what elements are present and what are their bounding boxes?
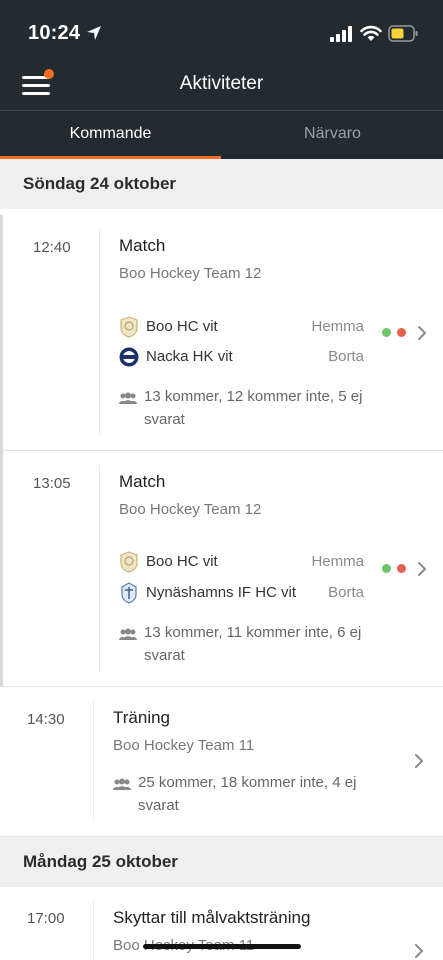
nynashamns-if-logo-icon xyxy=(121,582,137,604)
event-time: 17:00 xyxy=(27,910,65,927)
away-label: Borta xyxy=(328,584,364,601)
chevron-right-icon xyxy=(418,326,426,340)
app-header: 10:24 Aktiviteter Kommande Närvaro xyxy=(0,0,443,159)
home-team-name: Boo HC vit xyxy=(146,318,218,335)
tab-kommande[interactable]: Kommande xyxy=(0,111,221,159)
divider xyxy=(99,229,100,436)
event-item[interactable]: 17:00 Skyttar till målvaktsträning Boo H… xyxy=(0,887,443,960)
status-bar: 10:24 xyxy=(0,0,443,60)
away-team-name: Nacka HK vit xyxy=(146,348,233,365)
divider xyxy=(93,701,94,822)
event-team: Boo Hockey Team 12 xyxy=(119,265,262,282)
cellular-signal-icon xyxy=(330,26,352,42)
attendance-text: 25 kommer, 18 kommer inte, 4 ej svarat xyxy=(138,774,357,814)
divider xyxy=(99,465,100,672)
away-team-row: Nacka HK vit Borta xyxy=(119,346,364,368)
event-time: 13:05 xyxy=(33,475,71,492)
people-icon xyxy=(119,392,137,404)
event-title: Skyttar till målvaktsträning xyxy=(113,908,311,927)
event-time: 12:40 xyxy=(33,239,71,256)
event-team: Boo Hockey Team 12 xyxy=(119,501,262,518)
home-team-row: Boo HC vit Hemma xyxy=(119,316,364,338)
event-title: Match xyxy=(119,472,166,491)
away-team-name: Nynäshamns IF HC vit xyxy=(146,584,297,601)
home-label: Hemma xyxy=(311,318,364,335)
divider xyxy=(93,901,94,960)
chevron-right-icon xyxy=(418,562,426,576)
status-time: 10:24 xyxy=(28,22,81,44)
attendance-text: 13 kommer, 11 kommer inte, 6 ej svarat xyxy=(144,624,362,664)
chevron-right-icon xyxy=(415,944,423,958)
day-header: Måndag 25 oktober xyxy=(0,837,443,887)
boo-hc-logo-icon xyxy=(120,551,138,573)
response-dots xyxy=(382,564,410,574)
home-team-row: Boo HC vit Hemma xyxy=(119,551,364,573)
people-icon xyxy=(119,628,137,640)
tab-bar: Kommande Närvaro xyxy=(0,111,443,159)
event-item[interactable]: 12:40 Match Boo Hockey Team 12 Boo HC vi… xyxy=(0,215,443,451)
location-arrow-icon xyxy=(87,26,101,40)
away-label: Borta xyxy=(328,348,364,365)
event-title: Match xyxy=(119,236,166,255)
day-header: Söndag 24 oktober xyxy=(0,159,443,209)
people-icon xyxy=(113,778,131,790)
event-item[interactable]: 14:30 Träning Boo Hockey Team 11 25 komm… xyxy=(0,687,443,837)
event-item[interactable]: 13:05 Match Boo Hockey Team 12 Boo HC vi… xyxy=(0,451,443,687)
wifi-icon xyxy=(360,25,382,41)
event-title: Träning xyxy=(113,708,171,727)
dot-green xyxy=(382,564,391,573)
attendance-text: 13 kommer, 12 kommer inte, 5 ej svarat xyxy=(144,388,363,428)
boo-hc-logo-icon xyxy=(120,316,138,338)
dot-green xyxy=(382,328,391,337)
response-dots xyxy=(382,328,410,338)
home-label: Hemma xyxy=(311,553,364,570)
home-indicator[interactable] xyxy=(143,944,301,949)
away-team-row: Nynäshamns IF HC vit Borta xyxy=(119,582,364,604)
dot-red xyxy=(397,328,406,337)
battery-icon xyxy=(388,25,418,42)
nav-bar: Aktiviteter xyxy=(0,60,443,111)
chevron-right-icon xyxy=(415,754,423,768)
page-title: Aktiviteter xyxy=(179,73,264,94)
dot-red xyxy=(397,564,406,573)
home-team-name: Boo HC vit xyxy=(146,553,218,570)
event-time: 14:30 xyxy=(27,711,65,728)
nacka-hk-logo-icon xyxy=(119,347,139,367)
event-team: Boo Hockey Team 11 xyxy=(113,737,255,754)
tab-narvaro[interactable]: Närvaro xyxy=(222,111,443,159)
